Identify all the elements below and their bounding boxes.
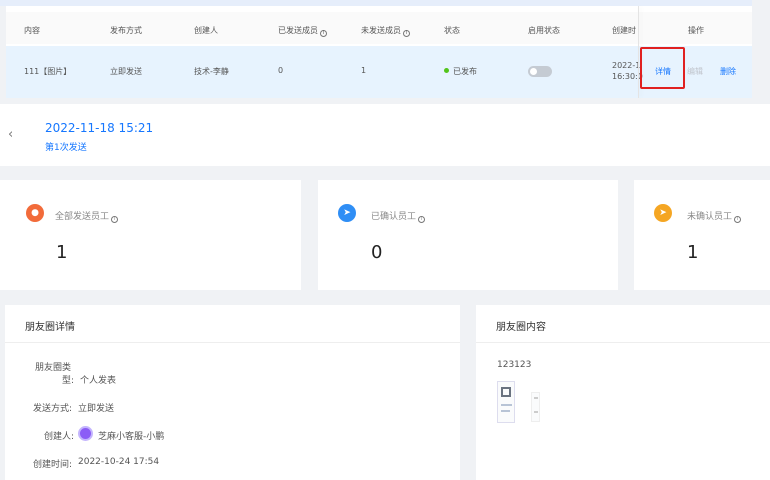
type-label: 朋友圈类 [35,363,72,373]
text-line [501,404,512,406]
text-line [501,410,510,412]
moments-text: 123123 [497,360,532,370]
header-unsent: 未发送成员 i [361,25,410,37]
header-enabled: 启用状态 [528,26,560,35]
cell-unsent: 1 [361,66,367,75]
image-thumbnail[interactable] [531,392,540,422]
avatar [78,426,93,441]
panel-header: 朋友圈内容 [476,305,770,343]
stat-value-unconfirmed: 1 [687,242,699,263]
text-line [534,397,538,399]
header-sent: 已发送成员 i [278,25,327,37]
cell-method: 立即发送 [110,67,142,76]
type-value: 个人发表 [80,376,117,386]
panel-title: 朋友圈内容 [496,322,546,333]
stat-value-confirmed: 0 [371,242,383,263]
send-sequence: 第1次发送 [45,143,87,153]
created-label: 创建时间: [33,460,73,470]
moments-detail-panel: 朋友圈详情 [5,305,460,480]
users-icon: ● [26,204,44,222]
delete-link[interactable]: 删除 [720,66,736,77]
send-time-bar [0,104,770,166]
header-actions: 操作 [688,26,704,35]
created-value: 2022-10-24 17:54 [78,457,160,467]
stat-label-all: 全部发送员工 i [55,209,119,223]
qr-code-icon [501,387,511,397]
stat-label-unconfirmed: 未确认员工 i [687,209,742,223]
stat-card-unconfirmed: ➤ 未确认员工 i 1 [634,180,770,290]
type-label-cont: 型: [62,376,75,386]
panel-header: 朋友圈详情 [5,305,460,343]
stat-label-confirmed: 已确认员工 i [371,209,426,223]
method-label: 发送方式: [33,404,73,414]
send-datetime: 2022-11-18 15:21 [45,121,154,135]
cell-sent: 0 [278,66,284,75]
panel-title: 朋友圈详情 [25,322,75,333]
method-value: 立即发送 [78,404,115,414]
info-icon: i [320,30,327,37]
stat-card-confirmed: ➤ 已确认员工 i 0 [318,180,618,290]
back-arrow-icon[interactable]: ‹ [8,127,13,142]
text-line [534,411,538,413]
status-dot-icon [444,68,449,73]
edit-link[interactable]: 编辑 [687,66,703,77]
header-creator: 创建人 [194,26,218,35]
enable-toggle[interactable] [528,66,552,77]
cell-creator: 技术-李静 [194,67,229,76]
stat-card-all: ● 全部发送员工 i 1 [0,180,301,290]
info-icon: i [111,216,119,223]
creator-value: 芝麻小客服-小鹏 [98,432,165,442]
info-icon: i [403,30,410,37]
detail-highlight-box [640,47,685,89]
cell-content: 111【图片】 [24,67,72,76]
image-thumbnail[interactable] [497,381,515,423]
header-content: 内容 [24,26,40,35]
info-icon: i [418,216,426,223]
stat-value-all: 1 [56,242,68,263]
header-status: 状态 [444,26,460,35]
moments-content-panel: 朋友圈内容 [476,305,770,480]
paper-plane-icon: ➤ [654,204,672,222]
cell-status: 已发布 [444,66,477,77]
paper-plane-icon: ➤ [338,204,356,222]
fixed-column-divider [638,6,639,98]
info-icon: i [734,216,742,223]
table-header: 内容 发布方式 创建人 已发送成员 i 未发送成员 i 状态 启用状态 创建时 操作 [6,12,752,44]
header-created: 创建时 [612,26,636,35]
creator-label: 创建人: [44,432,75,442]
header-method: 发布方式 [110,26,142,35]
